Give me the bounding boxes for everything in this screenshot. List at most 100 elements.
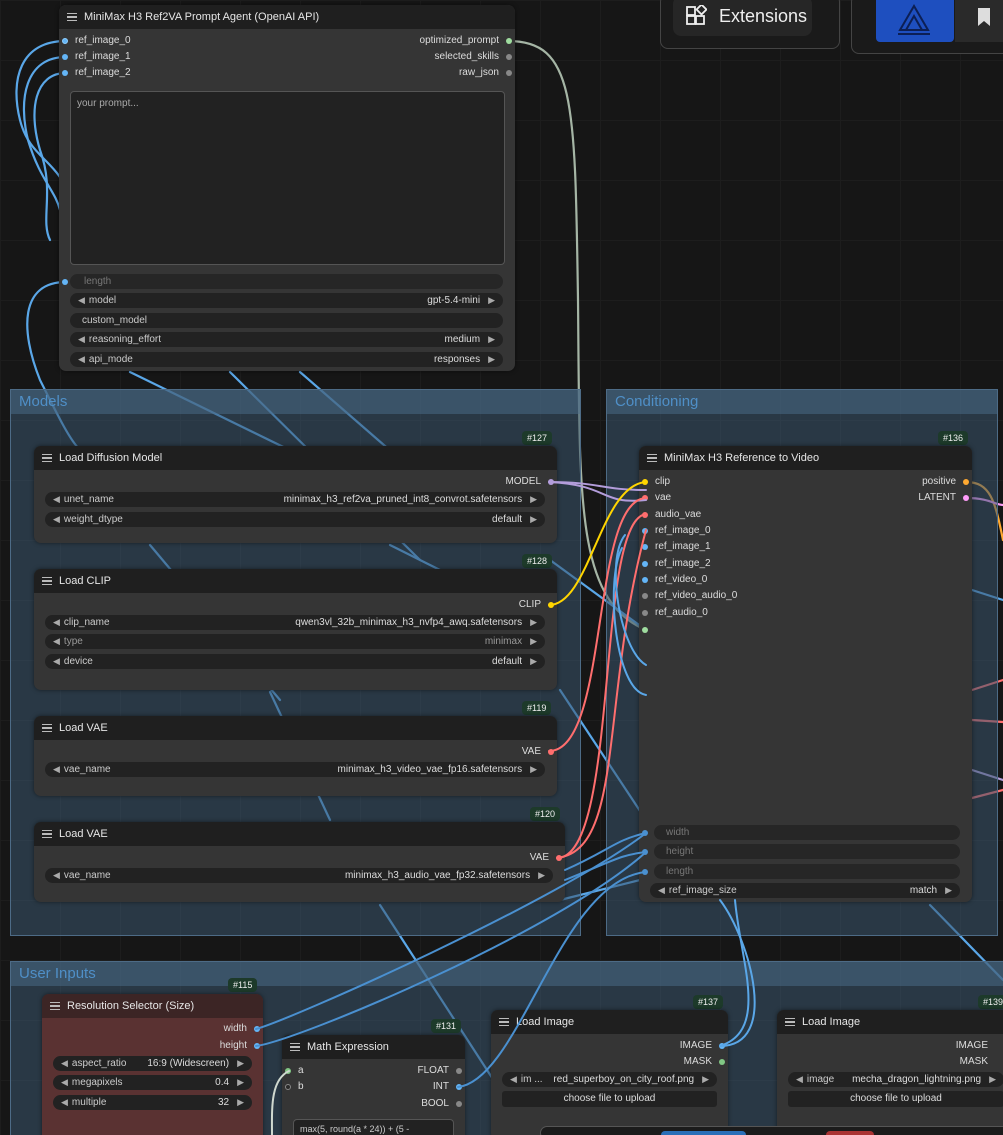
- arrow-right-icon[interactable]: ▶: [488, 334, 495, 345]
- multiple-stepper[interactable]: ◀ multiple 32 ▶: [53, 1095, 252, 1110]
- arrow-right-icon[interactable]: ▶: [237, 1058, 244, 1069]
- node-resolution-selector[interactable]: Resolution Selector (Size) width height …: [42, 994, 263, 1135]
- input-ref-image-0[interactable]: ref_image_0: [62, 35, 131, 47]
- output-optimized-prompt[interactable]: optimized_prompt: [420, 35, 512, 47]
- output-clip[interactable]: CLIP: [519, 599, 554, 611]
- api-mode-combo[interactable]: ◀ api_mode responses ▶: [70, 352, 503, 367]
- arrow-right-icon[interactable]: ▶: [237, 1097, 244, 1108]
- input-audio-vae[interactable]: audio_vae: [642, 509, 701, 521]
- node-menu-icon[interactable]: [67, 11, 77, 24]
- node-menu-icon[interactable]: [50, 1000, 60, 1013]
- vae-name-combo[interactable]: ◀ vae_name minimax_h3_video_vae_fp16.safet…: [45, 762, 545, 777]
- output-float[interactable]: FLOAT: [418, 1065, 462, 1077]
- arrow-left-icon[interactable]: ◀: [53, 656, 60, 667]
- arrow-left-icon[interactable]: ◀: [53, 617, 60, 628]
- node-menu-icon[interactable]: [42, 722, 52, 735]
- node-header[interactable]: Load Image: [777, 1010, 1003, 1034]
- node-header[interactable]: MiniMax H3 Ref2VA Prompt Agent (OpenAI A…: [59, 5, 515, 29]
- node-menu-icon[interactable]: [785, 1016, 795, 1029]
- output-mask[interactable]: MASK: [684, 1056, 725, 1068]
- output-vae[interactable]: VAE: [522, 746, 554, 758]
- arrow-right-icon[interactable]: ▶: [945, 885, 952, 896]
- node-math-expression[interactable]: Math Expression a b FLOAT INT BOOL max(5…: [282, 1035, 465, 1135]
- arrow-left-icon[interactable]: ◀: [61, 1077, 68, 1088]
- node-menu-icon[interactable]: [42, 452, 52, 465]
- output-latent[interactable]: LATENT: [918, 492, 969, 504]
- arrow-right-icon[interactable]: ▶: [530, 764, 537, 775]
- arrow-left-icon[interactable]: ◀: [53, 636, 60, 647]
- megapixels-stepper[interactable]: ◀ megapixels 0.4 ▶: [53, 1075, 252, 1090]
- weight-dtype-combo[interactable]: ◀ weight_dtype default ▶: [45, 512, 545, 527]
- length-widget[interactable]: length: [70, 274, 503, 289]
- arrow-right-icon[interactable]: ▶: [530, 617, 537, 628]
- output-selected-skills[interactable]: selected_skills: [435, 51, 512, 63]
- clip-name-combo[interactable]: ◀ clip_name qwen3vl_32b_minimax_h3_nvfp4_a…: [45, 615, 545, 630]
- reasoning-effort-combo[interactable]: ◀ reasoning_effort medium ▶: [70, 332, 503, 347]
- node-load-image-139[interactable]: Load Image IMAGE MASK ◀ image mecha_dragon…: [777, 1010, 1003, 1135]
- device-combo[interactable]: ◀ device default ▶: [45, 654, 545, 669]
- input-ref-image-2[interactable]: ref_image_2: [62, 67, 131, 79]
- model-combo[interactable]: ◀ model gpt-5.4-mini ▶: [70, 293, 503, 308]
- arrow-left-icon[interactable]: ◀: [658, 885, 665, 896]
- bottom-toolbar[interactable]: [540, 1126, 1003, 1135]
- vae-name-combo[interactable]: ◀ vae_name minimax_h3_audio_vae_fp32.safet…: [45, 868, 553, 883]
- width-widget[interactable]: width: [654, 825, 960, 840]
- arrow-left-icon[interactable]: ◀: [78, 334, 85, 345]
- arrow-left-icon[interactable]: ◀: [53, 494, 60, 505]
- node-load-vae-video[interactable]: Load VAE VAE ◀ vae_name minimax_h3_video_v…: [34, 716, 557, 796]
- input-ref-video-0[interactable]: ref_video_0: [642, 574, 707, 586]
- output-width[interactable]: width: [224, 1023, 260, 1035]
- node-menu-icon[interactable]: [42, 828, 52, 841]
- input-clip[interactable]: clip: [642, 476, 670, 488]
- arrow-left-icon[interactable]: ◀: [61, 1058, 68, 1069]
- node-header[interactable]: Load Diffusion Model: [34, 446, 557, 470]
- app-logo[interactable]: [876, 0, 954, 42]
- custom-model-input[interactable]: custom_model: [70, 313, 503, 328]
- node-header[interactable]: Resolution Selector (Size): [42, 994, 263, 1018]
- arrow-right-icon[interactable]: ▶: [488, 295, 495, 306]
- arrow-left-icon[interactable]: ◀: [53, 514, 60, 525]
- ref-image-size-combo[interactable]: ◀ ref_image_size match ▶: [650, 883, 960, 898]
- node-header[interactable]: Load CLIP: [34, 569, 557, 593]
- input-a[interactable]: a: [285, 1065, 304, 1077]
- input-ref-image-0[interactable]: ref_image_0: [642, 525, 711, 537]
- height-widget[interactable]: height: [654, 844, 960, 859]
- node-header[interactable]: Load Image: [491, 1010, 728, 1034]
- upload-button[interactable]: choose file to upload: [788, 1091, 1003, 1107]
- output-model[interactable]: MODEL: [505, 476, 554, 488]
- input-vae[interactable]: vae: [642, 492, 671, 504]
- stop-button[interactable]: [826, 1131, 874, 1135]
- node-header[interactable]: MiniMax H3 Reference to Video: [639, 446, 972, 470]
- node-load-vae-audio[interactable]: Load VAE VAE ◀ vae_name minimax_h3_audio_v…: [34, 822, 565, 902]
- output-int[interactable]: INT: [433, 1081, 462, 1093]
- input-ref-image-1[interactable]: ref_image_1: [642, 541, 711, 553]
- arrow-left-icon[interactable]: ◀: [53, 764, 60, 775]
- prompt-textarea[interactable]: your prompt...: [70, 91, 505, 265]
- node-load-clip[interactable]: Load CLIP CLIP ◀ clip_name qwen3vl_32b_min…: [34, 569, 557, 690]
- node-menu-icon[interactable]: [499, 1016, 509, 1029]
- output-mask[interactable]: MASK: [960, 1056, 997, 1068]
- image-combo[interactable]: ◀ image mecha_dragon_lightning.png ▶: [788, 1072, 1003, 1087]
- input-ref-image-1[interactable]: ref_image_1: [62, 51, 131, 63]
- node-header[interactable]: Load VAE: [34, 716, 557, 740]
- arrow-left-icon[interactable]: ◀: [510, 1074, 517, 1085]
- node-load-diffusion-model[interactable]: Load Diffusion Model MODEL ◀ unet_name min…: [34, 446, 557, 543]
- node-menu-icon[interactable]: [42, 575, 52, 588]
- arrow-right-icon[interactable]: ▶: [702, 1074, 709, 1085]
- aspect-ratio-combo[interactable]: ◀ aspect_ratio 16:9 (Widescreen) ▶: [53, 1056, 252, 1071]
- node-menu-icon[interactable]: [647, 452, 657, 465]
- arrow-right-icon[interactable]: ▶: [488, 354, 495, 365]
- arrow-right-icon[interactable]: ▶: [530, 514, 537, 525]
- run-button[interactable]: [661, 1131, 746, 1135]
- arrow-right-icon[interactable]: ▶: [530, 494, 537, 505]
- arrow-right-icon[interactable]: ▶: [530, 656, 537, 667]
- bookmark-button[interactable]: [955, 0, 1003, 42]
- length-widget[interactable]: length: [654, 864, 960, 879]
- node-prompt-agent[interactable]: MiniMax H3 Ref2VA Prompt Agent (OpenAI A…: [59, 5, 515, 371]
- input-ref-audio-0[interactable]: ref_audio_0: [642, 607, 708, 619]
- unet-name-combo[interactable]: ◀ unet_name minimax_h3_ref2va_pruned_int8_…: [45, 492, 545, 507]
- input-ref-image-2[interactable]: ref_image_2: [642, 558, 711, 570]
- arrow-left-icon[interactable]: ◀: [78, 295, 85, 306]
- input-b[interactable]: b: [285, 1081, 304, 1093]
- output-vae[interactable]: VAE: [530, 852, 562, 864]
